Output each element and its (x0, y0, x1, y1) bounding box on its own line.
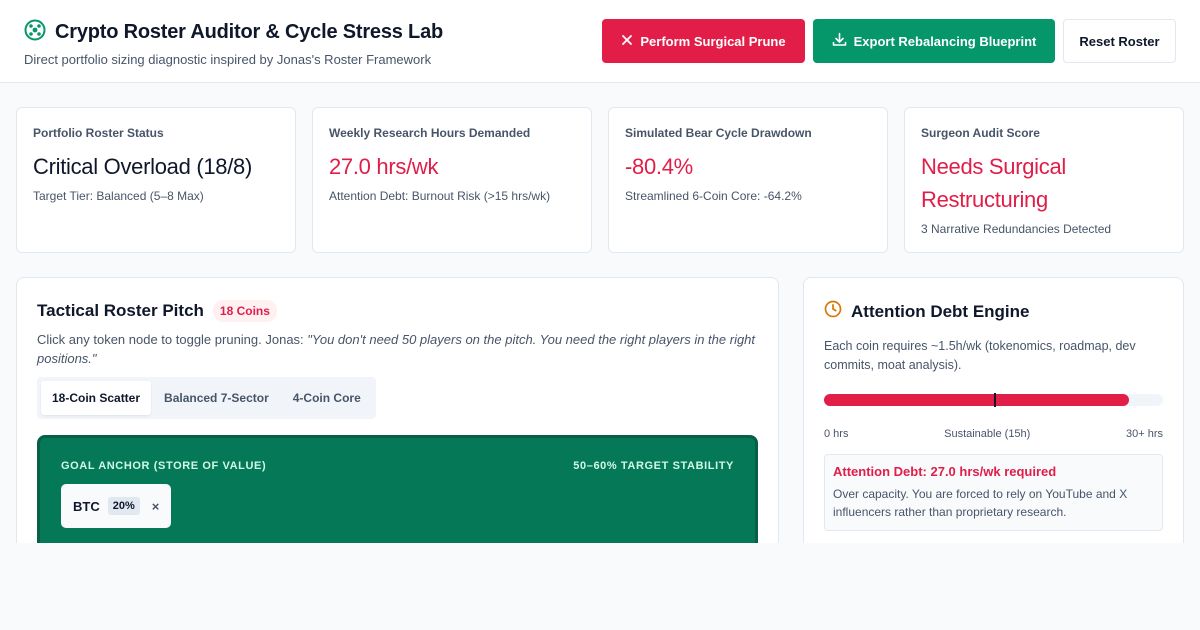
page-subtitle: Direct portfolio sizing diagnostic inspi… (24, 52, 432, 67)
surgical-prune-button[interactable]: Perform Surgical Prune (602, 19, 805, 63)
stat-card-research-hours: Weekly Research Hours Demanded 27.0 hrs/… (312, 107, 592, 253)
pitch-instruction: Click any token node to toggle pruning. … (37, 332, 308, 347)
scale-min: 0 hrs (824, 428, 849, 440)
tab-4-coin-core[interactable]: 4-Coin Core (282, 381, 372, 415)
stat-value: 27.0 hrs/wk (329, 154, 439, 179)
stat-card-bear-drawdown: Simulated Bear Cycle Drawdown -80.4% Str… (608, 107, 888, 253)
stat-label: Weekly Research Hours Demanded (329, 126, 531, 140)
close-icon (621, 34, 633, 49)
zone-label: GOAL ANCHOR (STORE OF VALUE) (61, 460, 267, 472)
token-symbol: BTC (73, 498, 100, 514)
remove-token-icon[interactable]: × (152, 499, 160, 514)
stat-note: Target Tier: Balanced (5–8 Max) (33, 189, 204, 203)
header-actions: Perform Surgical Prune Export Rebalancin… (602, 19, 1176, 63)
alert-title: Attention Debt: 27.0 hrs/wk required (833, 464, 1057, 479)
stat-value: Critical Overload (18/8) (33, 154, 252, 179)
attention-debt-panel: Attention Debt Engine Each coin requires… (803, 277, 1184, 577)
stat-label: Portfolio Roster Status (33, 126, 164, 140)
attention-description: Each coin requires ~1.5h/wk (tokenomics,… (824, 339, 1136, 372)
alert-text: Over capacity. You are forced to rely on… (833, 487, 1128, 519)
attention-progress-bar (824, 393, 1163, 407)
export-blueprint-label: Export Rebalancing Blueprint (853, 33, 1037, 49)
tab-balanced-7-sector[interactable]: Balanced 7-Sector (153, 381, 280, 415)
reset-roster-button[interactable]: Reset Roster (1063, 19, 1176, 63)
coin-count-badge: 18 Coins (212, 300, 277, 322)
sustainable-threshold-marker (993, 393, 996, 407)
attention-scale: 0 hrs Sustainable (15h) 30+ hrs (824, 428, 1163, 440)
download-icon (832, 32, 847, 50)
pitch-description: Click any token node to toggle pruning. … (37, 330, 758, 368)
tab-18-coin-scatter[interactable]: 18-Coin Scatter (41, 381, 152, 415)
zone-target: 50–60% TARGET STABILITY (573, 460, 734, 472)
formation-tabs: 18-Coin Scatter Balanced 7-Sector 4-Coin… (37, 377, 376, 419)
token-node-btc[interactable]: BTC 20% × (61, 484, 172, 528)
roster-pitch-panel: Tactical Roster Pitch 18 Coins Click any… (16, 277, 779, 577)
roster-logo-icon (24, 19, 46, 46)
pitch-title: Tactical Roster Pitch (37, 301, 204, 320)
page-title: Crypto Roster Auditor & Cycle Stress Lab (55, 21, 444, 43)
stat-label: Surgeon Audit Score (921, 126, 1040, 140)
brand-block: Crypto Roster Auditor & Cycle Stress Lab… (24, 19, 443, 67)
clock-icon (824, 300, 842, 323)
stat-note: Attention Debt: Burnout Risk (>15 hrs/wk… (329, 189, 551, 203)
app-header: Crypto Roster Auditor & Cycle Stress Lab… (0, 0, 1200, 83)
stat-card-audit-score: Surgeon Audit Score Needs Surgical Restr… (904, 107, 1184, 253)
stat-label: Simulated Bear Cycle Drawdown (625, 126, 812, 140)
token-allocation: 20% (107, 497, 140, 515)
scale-sustainable: Sustainable (15h) (944, 428, 1031, 440)
attention-alert: Attention Debt: 27.0 hrs/wk required Ove… (824, 454, 1163, 531)
surgical-prune-label: Perform Surgical Prune (640, 33, 786, 49)
export-blueprint-button[interactable]: Export Rebalancing Blueprint (813, 19, 1055, 63)
scale-max: 30+ hrs (1125, 428, 1163, 440)
stat-note: Streamlined 6-Coin Core: -64.2% (625, 189, 802, 203)
stat-value: -80.4% (625, 154, 693, 179)
attention-title: Attention Debt Engine (851, 301, 1030, 321)
stat-card-roster-status: Portfolio Roster Status Critical Overloa… (16, 107, 296, 253)
viewport-fold (0, 543, 1200, 630)
stat-note: 3 Narrative Redundancies Detected (921, 222, 1112, 236)
attention-progress-fill (824, 394, 1130, 406)
stat-value: Needs Surgical Restructuring (921, 154, 1066, 212)
